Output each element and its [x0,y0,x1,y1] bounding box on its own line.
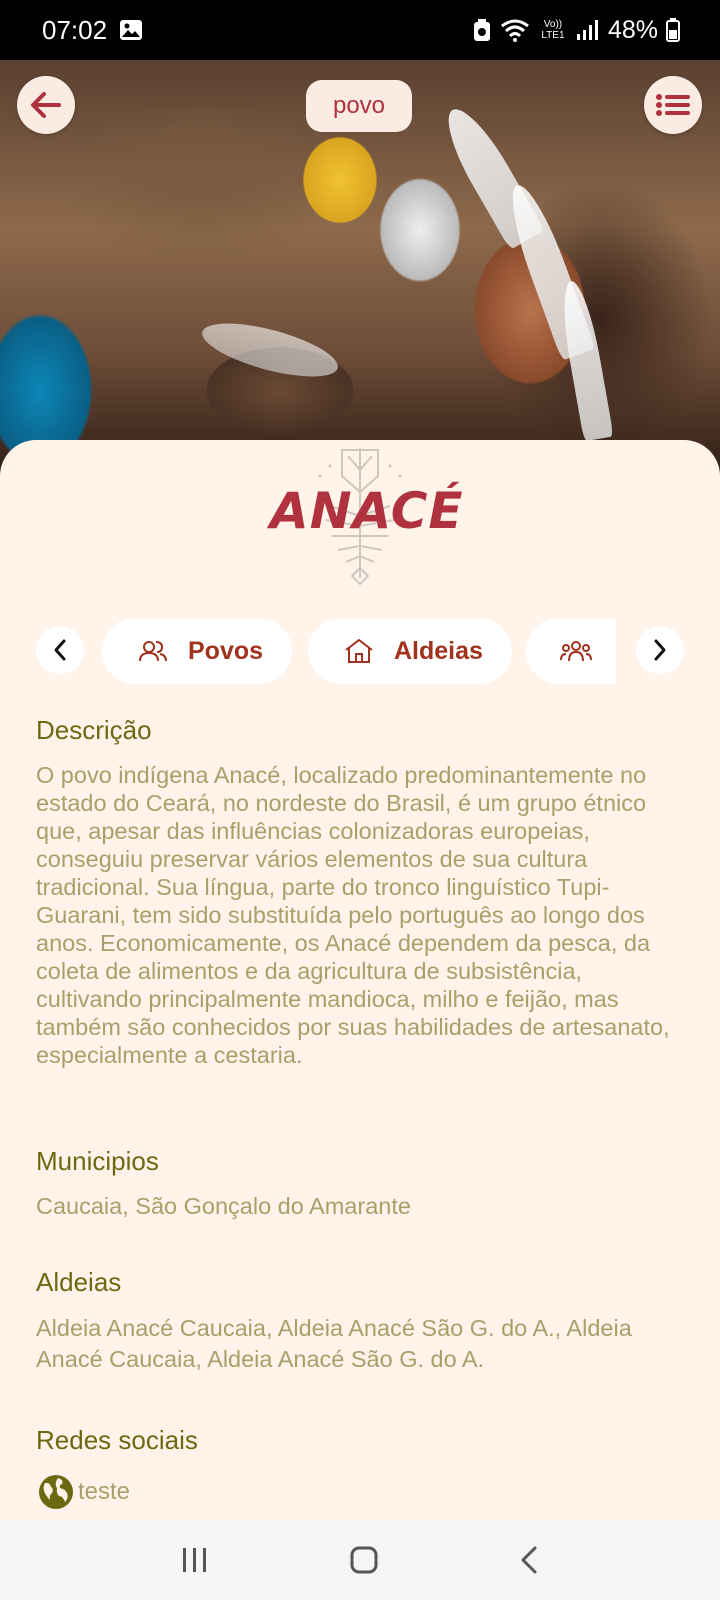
recent-apps-icon [182,1548,206,1572]
logo-text: ANACÉ [270,482,464,540]
home-button[interactable] [349,1545,379,1575]
signal-icon [576,19,600,41]
municipios-text: Caucaia, São Gonçalo do Amarante [36,1193,411,1219]
tabs-next-button[interactable] [636,626,684,674]
tab-aldeias[interactable]: Aldeias [308,618,512,684]
status-bar: 07:02 Vo)) LTE1 48% [0,0,720,60]
aldeias-text: Aldeia Anacé Caucaia, Aldeia Anacé São G… [36,1315,632,1372]
menu-button[interactable] [644,76,702,134]
descricao-text: O povo indígena Anacé, localizado predom… [36,762,670,1068]
system-nav-bar [0,1520,720,1600]
network-type: Vo)) LTE1 [541,19,565,41]
back-chevron-icon [521,1546,537,1574]
recent-apps-button[interactable] [180,1546,210,1574]
social-link-label: teste [78,1478,131,1505]
home-icon [350,1546,378,1574]
page-type-label: povo [306,80,412,132]
tab-povos-label: Povos [188,636,264,665]
tabs-prev-button[interactable] [36,626,84,674]
gallery-icon [119,19,143,41]
social-link-website[interactable]: teste [38,1474,130,1510]
globe-icon [38,1474,74,1510]
tabs-scroll-area: Povos Aldeias [96,618,616,684]
redes-title: Redes sociais [36,1425,198,1455]
anace-logo: ANACÉ [270,446,464,586]
aldeias-title: Aldeias [36,1267,122,1297]
category-tabs: Povos Aldeias [0,618,720,684]
arrow-left-icon [30,91,62,119]
group-icon [560,639,592,663]
house-icon [344,638,374,664]
tab-grupos[interactable] [526,618,616,684]
people-icon [138,639,168,663]
back-button[interactable] [17,76,75,134]
tab-povos[interactable]: Povos [102,618,292,684]
wifi-icon [500,18,530,42]
chevron-left-icon [52,638,68,662]
recycle-icon [472,18,492,42]
status-time: 07:02 [42,14,108,45]
list-icon [656,94,690,116]
battery-percent: 48% [607,15,658,44]
descricao-title: Descrição [36,715,152,745]
system-back-button[interactable] [518,1545,540,1575]
chevron-right-icon [652,638,668,662]
battery-icon [666,18,680,42]
tab-aldeias-label: Aldeias [394,636,483,665]
municipios-title: Municipios [36,1146,159,1176]
